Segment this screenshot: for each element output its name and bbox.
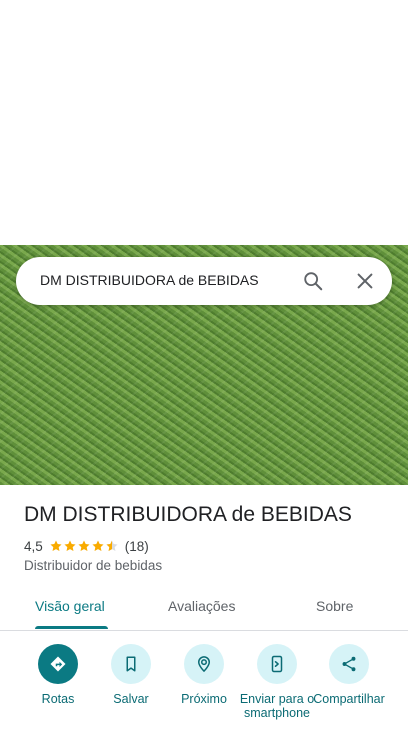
- save-button[interactable]: Salvar: [91, 644, 171, 706]
- directions-button[interactable]: Rotas: [18, 644, 98, 706]
- star-icon: [78, 540, 90, 551]
- tab-overview[interactable]: Visão geral: [35, 598, 105, 614]
- share-button[interactable]: Compartilhar: [309, 644, 389, 706]
- half-star-icon: [106, 540, 118, 551]
- directions-label: Rotas: [41, 692, 75, 706]
- share-icon: [342, 656, 356, 672]
- nearby-label: Próximo: [181, 692, 227, 706]
- action-bar: Rotas Salvar Próximo Enviar para o smart…: [0, 644, 408, 730]
- save-button-circle[interactable]: [111, 644, 151, 684]
- send-to-phone-button[interactable]: Enviar para o smartphone: [237, 644, 317, 720]
- star-icon: [50, 540, 62, 551]
- place-title: DM DISTRIBUIDORA de BEBIDAS: [24, 503, 352, 526]
- tab-about[interactable]: Sobre: [316, 598, 353, 614]
- rating-row[interactable]: 4,5 (18): [24, 538, 149, 554]
- tab-active-indicator: [35, 626, 108, 629]
- tab-reviews[interactable]: Avaliações: [168, 598, 235, 614]
- search-icon[interactable]: [302, 270, 324, 292]
- close-icon[interactable]: [354, 270, 376, 292]
- save-label: Salvar: [113, 692, 149, 706]
- search-query[interactable]: DM DISTRIBUIDORA de BEBIDAS: [40, 272, 259, 288]
- send-to-phone-button-circle[interactable]: [257, 644, 297, 684]
- review-count[interactable]: (18): [125, 539, 149, 554]
- star-icon: [64, 540, 76, 551]
- nearby-button[interactable]: Próximo: [164, 644, 244, 706]
- rating-value: 4,5: [24, 538, 43, 554]
- send-to-phone-label: Enviar para o smartphone: [239, 692, 315, 720]
- send-to-phone-icon: [271, 655, 283, 673]
- place-category: Distribuidor de bebidas: [24, 558, 163, 573]
- share-label: Compartilhar: [313, 692, 385, 706]
- search-bar[interactable]: DM DISTRIBUIDORA de BEBIDAS: [16, 257, 392, 305]
- star-icon: [92, 540, 104, 551]
- directions-icon: [50, 656, 66, 672]
- bookmark-icon: [126, 656, 136, 672]
- tab-bar: Visão geral Avaliações Sobre: [0, 588, 408, 631]
- rating-stars: [49, 539, 119, 553]
- nearby-button-circle[interactable]: [184, 644, 224, 684]
- directions-button-circle[interactable]: [38, 644, 78, 684]
- share-button-circle[interactable]: [329, 644, 369, 684]
- nearby-icon: [197, 656, 211, 673]
